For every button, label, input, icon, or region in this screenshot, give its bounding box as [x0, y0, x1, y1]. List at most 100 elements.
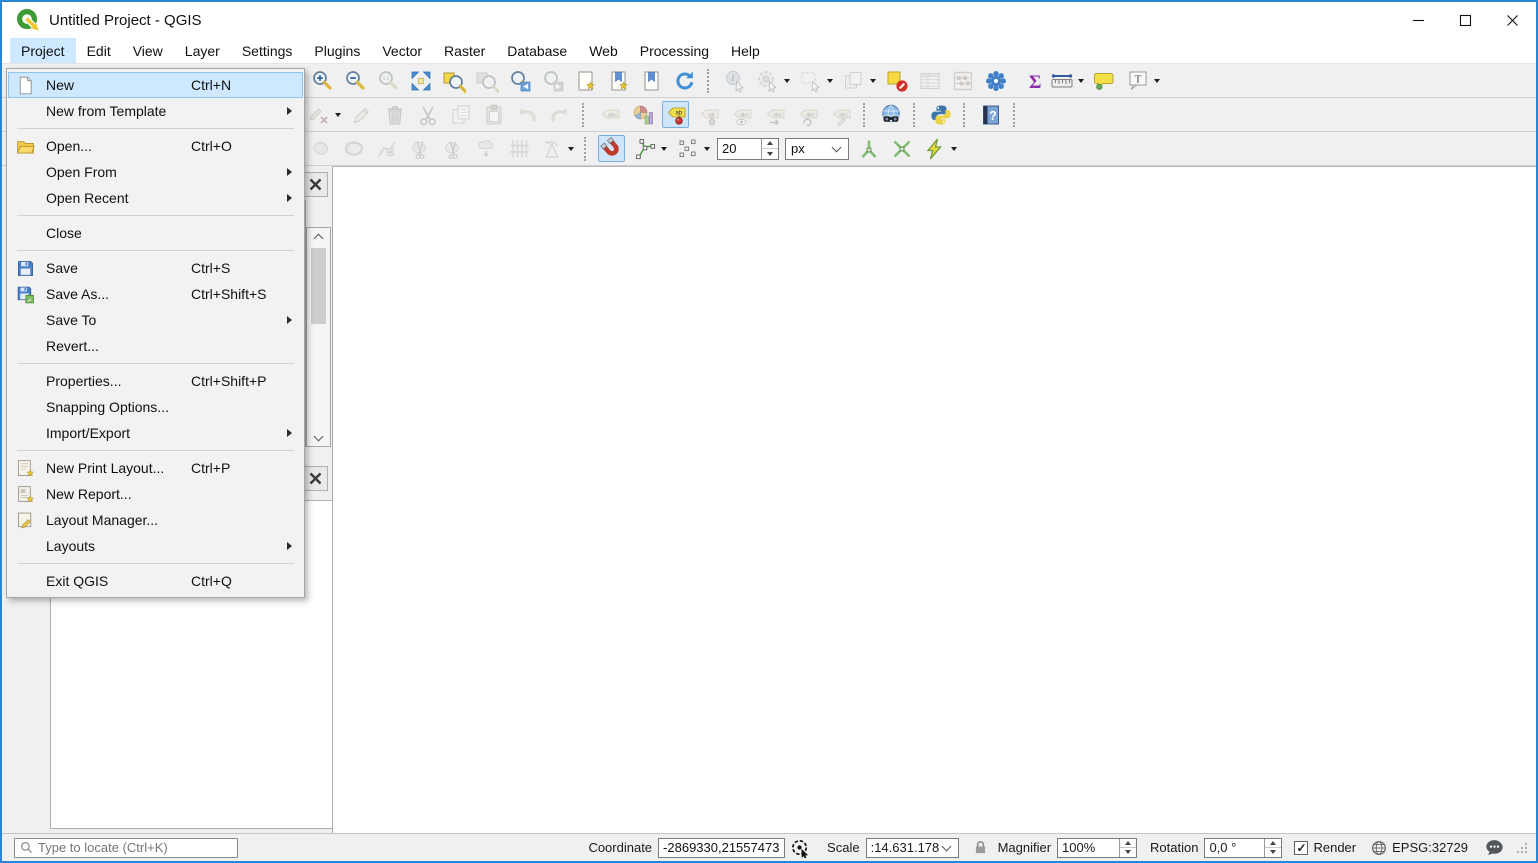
- menubar-item-vector[interactable]: Vector: [371, 38, 433, 63]
- menu-item-exit-qgis[interactable]: Exit QGISCtrl+Q: [8, 568, 303, 594]
- menu-item-close[interactable]: Close: [8, 220, 303, 246]
- show-bookmark-manager-button[interactable]: [638, 67, 665, 94]
- move-label-button[interactable]: abc: [761, 101, 788, 128]
- text-annotation-dropdown-arrow[interactable]: [1154, 79, 1160, 83]
- toolbar-drag-handle[interactable]: [707, 69, 712, 93]
- rotation-spinbox[interactable]: 0,0 °: [1204, 838, 1282, 858]
- menu-item-layouts[interactable]: Layouts: [8, 533, 303, 559]
- paste-features-button[interactable]: [480, 101, 507, 128]
- toolbar-drag-handle[interactable]: [963, 103, 968, 127]
- pin-unpin-labels-button[interactable]: ab: [695, 101, 722, 128]
- reshape-features-button[interactable]: [505, 135, 532, 162]
- split-features-button[interactable]: [406, 135, 433, 162]
- copy-move-feature-button[interactable]: [340, 135, 367, 162]
- menu-item-save-to[interactable]: Save To: [8, 307, 303, 333]
- run-feature-action-button[interactable]: [754, 67, 781, 94]
- run-feature-action-dropdown-arrow[interactable]: [784, 79, 790, 83]
- menubar-item-project[interactable]: Project: [10, 38, 76, 63]
- measure-line-button[interactable]: [1048, 67, 1075, 94]
- layer-labeling-options-button[interactable]: abc: [596, 101, 623, 128]
- select-features-dropdown-arrow[interactable]: [827, 79, 833, 83]
- processing-toolbox-button[interactable]: [982, 67, 1009, 94]
- topological-editing-button[interactable]: [855, 135, 882, 162]
- enable-tracing-button[interactable]: [921, 135, 948, 162]
- toggle-editing-button[interactable]: [348, 101, 375, 128]
- deselect-features-all-layers-button[interactable]: [883, 67, 910, 94]
- zoom-last-button[interactable]: [506, 67, 533, 94]
- metasearch-button[interactable]: [877, 101, 904, 128]
- spin-buttons[interactable]: [1119, 839, 1136, 857]
- merge-features-button[interactable]: [472, 135, 499, 162]
- spin-buttons[interactable]: [761, 139, 778, 159]
- undo-button[interactable]: [513, 101, 540, 128]
- highlight-pinned-labels-button[interactable]: ab: [662, 101, 689, 128]
- show-spatial-bookmarks-button[interactable]: [605, 67, 632, 94]
- menubar-item-edit[interactable]: Edit: [76, 38, 122, 63]
- spin-buttons[interactable]: [1264, 839, 1281, 857]
- menubar-item-view[interactable]: View: [122, 38, 174, 63]
- zoom-to-layer-button[interactable]: [473, 67, 500, 94]
- help-contents-button[interactable]: ?: [977, 101, 1004, 128]
- rotate-feature-button[interactable]: [538, 135, 565, 162]
- toolbar-drag-handle[interactable]: [1013, 103, 1018, 127]
- menu-item-revert[interactable]: Revert...: [8, 333, 303, 359]
- minimize-button[interactable]: [1395, 2, 1442, 38]
- change-label-button[interactable]: abc: [827, 101, 854, 128]
- coordinate-extent-toggle-icon[interactable]: [790, 837, 811, 858]
- current-edits-button[interactable]: [305, 101, 332, 128]
- menu-item-open[interactable]: Open...Ctrl+O: [8, 133, 303, 159]
- snapping-mode-dropdown-arrow[interactable]: [661, 147, 667, 151]
- enable-snapping-button[interactable]: [598, 135, 625, 162]
- coordinate-input[interactable]: [658, 838, 785, 858]
- menubar-item-plugins[interactable]: Plugins: [303, 38, 371, 63]
- scrollbar-thumb[interactable]: [311, 248, 326, 324]
- menubar-item-settings[interactable]: Settings: [231, 38, 304, 63]
- text-annotation-button[interactable]: T: [1124, 67, 1151, 94]
- show-hide-labels-button[interactable]: abc: [728, 101, 755, 128]
- enable-tracing-dropdown-arrow[interactable]: [951, 147, 957, 151]
- zoom-out-button[interactable]: [341, 67, 368, 94]
- messages-icon[interactable]: [1484, 837, 1505, 858]
- lock-scale-icon[interactable]: [972, 839, 989, 856]
- zoom-to-selection-button[interactable]: [440, 67, 467, 94]
- select-features-by-value-button[interactable]: [840, 67, 867, 94]
- statistical-summary-button[interactable]: Σ: [1015, 67, 1042, 94]
- snapping-mode-button[interactable]: [631, 135, 658, 162]
- resize-grip[interactable]: [1515, 841, 1528, 854]
- menubar-item-processing[interactable]: Processing: [629, 38, 720, 63]
- open-attribute-table-button[interactable]: [916, 67, 943, 94]
- menubar-item-layer[interactable]: Layer: [174, 38, 231, 63]
- toolbar-drag-handle[interactable]: [913, 103, 918, 127]
- snapping-on-intersection-button[interactable]: [888, 135, 915, 162]
- snapping-type-dropdown-arrow[interactable]: [704, 147, 710, 151]
- locator-search-input[interactable]: [34, 840, 237, 855]
- browser-panel-close-button[interactable]: [303, 172, 328, 197]
- toolbar-drag-handle[interactable]: [582, 103, 587, 127]
- menubar-item-raster[interactable]: Raster: [433, 38, 496, 63]
- split-parts-button[interactable]: [439, 135, 466, 162]
- menu-item-import-export[interactable]: Import/Export: [8, 420, 303, 446]
- menu-item-layout-manager[interactable]: Layout Manager...: [8, 507, 303, 533]
- cut-features-button[interactable]: [414, 101, 441, 128]
- magnifier-spinbox[interactable]: 100%: [1057, 838, 1137, 858]
- map-tips-button[interactable]: [1091, 67, 1118, 94]
- menu-item-snapping-options[interactable]: Snapping Options...: [8, 394, 303, 420]
- scale-combobox[interactable]: :14.631.178: [866, 838, 959, 858]
- toolbar-drag-handle[interactable]: [863, 103, 868, 127]
- measure-line-dropdown-arrow[interactable]: [1078, 79, 1084, 83]
- render-checkbox[interactable]: ✓: [1294, 841, 1308, 855]
- locator-search-box[interactable]: [14, 838, 238, 858]
- move-feature-button[interactable]: [307, 135, 334, 162]
- menu-item-open-recent[interactable]: Open Recent: [8, 185, 303, 211]
- select-features-button[interactable]: [797, 67, 824, 94]
- new-spatial-bookmark-button[interactable]: [572, 67, 599, 94]
- python-console-button[interactable]: [927, 101, 954, 128]
- current-edits-dropdown-arrow[interactable]: [335, 113, 341, 117]
- layers-panel-close-button[interactable]: [303, 466, 328, 491]
- identify-features-button[interactable]: i: [721, 67, 748, 94]
- map-canvas[interactable]: [332, 166, 1536, 833]
- field-calculator-button[interactable]: [949, 67, 976, 94]
- menu-item-open-from[interactable]: Open From: [8, 159, 303, 185]
- rotate-label-button[interactable]: abc: [794, 101, 821, 128]
- offset-curve-button[interactable]: [373, 135, 400, 162]
